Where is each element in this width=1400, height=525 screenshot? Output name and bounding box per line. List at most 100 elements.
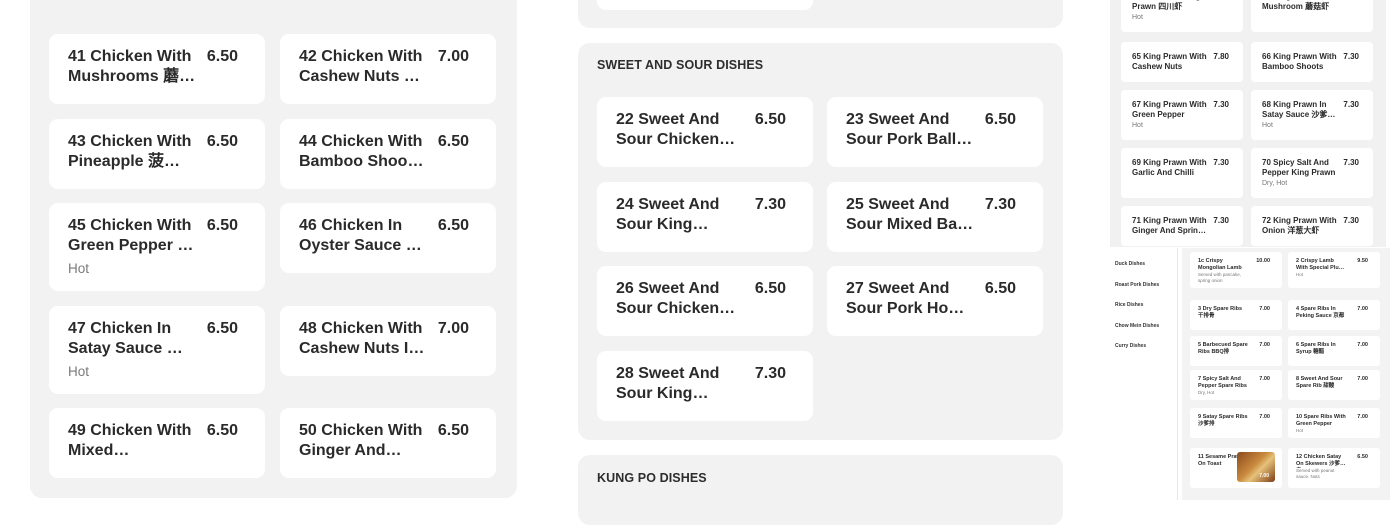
item-price: 7.00 — [1357, 376, 1368, 382]
menu-item-card[interactable]: 3 Dry Spare Ribs 干排骨 7.00 — [1190, 300, 1282, 330]
item-tag: Hot — [1132, 122, 1143, 129]
menu-item-card[interactable]: 22 Sweet And Sour Chicken Balls 甜酸鸡球 6.50 — [597, 97, 813, 167]
item-name: 9 Satay Spare Ribs 沙爹排 — [1198, 414, 1248, 427]
item-price: 7.00 — [1357, 306, 1368, 312]
menu-item-card[interactable]: 6 Spare Ribs In Syrup 糖醋 7.00 — [1288, 336, 1380, 366]
item-price: 7.00 — [1259, 473, 1269, 479]
menu-item-card[interactable]: 47 Chicken In Satay Sauce 沙爹鸡 6.50 Hot — [49, 306, 265, 394]
item-name: 70 Spicy Salt And Pepper King Prawn — [1262, 158, 1336, 177]
item-price: 7.00 — [437, 48, 469, 65]
item-name: 48 Chicken With Cashew Nuts In Yellow Be… — [299, 320, 423, 357]
menu-item-card[interactable]: 2 Crispy Lamb With Special Plum Sauce 9.5… — [1288, 252, 1380, 288]
section-title: KUNG PO DISHES — [597, 471, 707, 485]
item-price: 6.50 — [984, 280, 1016, 297]
menu-item-card[interactable]: 12 Chicken Satay On Skewers 沙爹鸡串 6.50 Serv… — [1288, 448, 1380, 488]
item-name: 28 Sweet And Sour King Prawn Hong Kong S… — [616, 365, 720, 402]
item-price: 6.50 — [206, 48, 238, 65]
menu-item-card[interactable]: 66 King Prawn With Bamboo Shoots 7.30 — [1251, 42, 1373, 82]
item-price: 6.50 — [754, 280, 786, 297]
item-name: 50 Chicken With Ginger And Spring Onion — [299, 422, 423, 459]
menu-item-card[interactable]: 41 Chicken With Mushrooms 蘑菇鸡 6.50 — [49, 34, 265, 104]
item-price: 7.30 — [1343, 52, 1359, 61]
item-price: 7.30 — [1213, 0, 1229, 1]
item-description: Hot — [1296, 272, 1304, 277]
menu-item-card[interactable]: 1c Crispy Mongolian Lamb 10.00 Served with… — [1190, 252, 1282, 288]
category-link[interactable]: Duck Dishes — [1115, 261, 1145, 267]
menu-item-card[interactable]: 4 Spare Ribs In Peking Sauce 京都 7.00 — [1288, 300, 1380, 330]
menu-item-card[interactable]: 23 Sweet And Sour Pork Ball 猪球 6.50 — [827, 97, 1043, 167]
item-name: 44 Chicken With Bamboo Shoots 竹笋鸡 — [299, 133, 423, 170]
item-tag: Hot — [68, 364, 90, 379]
item-price: 6.50 — [1357, 454, 1368, 460]
item-tag: Hot — [1132, 14, 1143, 21]
item-tag: Hot — [68, 261, 90, 276]
category-sidebar: Duck Dishes Roast Pork Dishes Rice Dishes C… — [1110, 248, 1178, 500]
item-description: Served with peanut sauce. Nuts — [1296, 468, 1335, 479]
menu-item-card[interactable]: 24 Sweet And Sour King Prawn Balls 7.30 — [597, 182, 813, 252]
menu-item-card[interactable]: 44 Chicken With Bamboo Shoots 竹笋鸡 6.50 — [280, 119, 496, 189]
menu-item-card[interactable]: 25 Sweet And Sour Mixed Ball 杂球 7.30 — [827, 182, 1043, 252]
item-price: 9.50 — [1357, 258, 1368, 264]
menu-item-card[interactable]: 7 Spicy Salt And Pepper Spare Ribs 7.00 Dr… — [1190, 370, 1282, 400]
item-price: 7.30 — [1343, 158, 1359, 167]
category-link[interactable]: Chow Mein Dishes — [1115, 323, 1159, 329]
menu-item-card[interactable]: 67 King Prawn With Green Pepper 7.30 Hot — [1121, 90, 1243, 140]
menu-item-card[interactable]: 50 Chicken With Ginger And Spring Onion 6… — [280, 408, 496, 478]
king-prawn-menu-thumbnail: 63 Szechuan King Prawn 四川虾 7.30 Hot 64 King… — [1110, 0, 1386, 247]
menu-item-card[interactable]: 26 Sweet And Sour Chicken Hong Kong Styl… — [597, 266, 813, 336]
menu-item-card[interactable]: 5 Barbecued Spare Ribs BBQ排 7.00 — [1190, 336, 1282, 366]
item-description: Hot — [1296, 428, 1304, 433]
item-price: 10.00 — [1256, 258, 1270, 264]
item-name: 26 Sweet And Sour Chicken Hong Kong Styl… — [616, 280, 720, 317]
item-photo: 7.00 — [1237, 452, 1275, 482]
menu-item-card[interactable]: 28 Sweet And Sour King Prawn Hong Kong S… — [597, 351, 813, 421]
item-name: 64 King Prawn With Mushroom 蘑菇虾 — [1262, 0, 1337, 11]
menu-item-card[interactable]: 10 Spare Ribs With Green Pepper 7.00 Hot — [1288, 408, 1380, 438]
item-name: 2 Crispy Lamb With Special Plum Sauce — [1296, 258, 1344, 271]
item-price: 6.50 — [754, 111, 786, 128]
menu-item-card[interactable]: 48 Chicken With Cashew Nuts In Yellow Be… — [280, 306, 496, 376]
menu-item-card[interactable]: 68 King Prawn In Satay Sauce 沙爹大虾 7.30 Hot — [1251, 90, 1373, 140]
menu-item-card[interactable]: 9 Satay Spare Ribs 沙爹排 7.00 — [1190, 408, 1282, 438]
menu-page-thumbnail: Duck Dishes Roast Pork Dishes Rice Dishes C… — [1110, 248, 1390, 500]
item-name: 72 King Prawn With Onion 洋葱大虾 — [1262, 216, 1337, 235]
menu-item-card[interactable]: 43 Chicken With Pineapple 菠萝鸡 6.50 — [49, 119, 265, 189]
item-name: 68 King Prawn In Satay Sauce 沙爹大虾 — [1262, 100, 1336, 119]
item-tag: Dry, Hot — [1262, 180, 1288, 187]
menu-item-card[interactable]: 70 Spicy Salt And Pepper King Prawn 7.30 D… — [1251, 148, 1373, 198]
item-name: 66 King Prawn With Bamboo Shoots — [1262, 52, 1337, 71]
menu-item-card[interactable]: 64 King Prawn With Mushroom 蘑菇虾 7.30 — [1251, 0, 1373, 32]
menu-item-card[interactable]: 63 Szechuan King Prawn 四川虾 7.30 Hot — [1121, 0, 1243, 32]
menu-item-card[interactable]: 72 King Prawn With Onion 洋葱大虾 7.30 — [1251, 206, 1373, 246]
item-price: 7.30 — [1343, 0, 1359, 1]
menu-item-card[interactable]: 27 Sweet And Sour Pork Hong Kong Style 6.… — [827, 266, 1043, 336]
category-link[interactable]: Roast Pork Dishes — [1115, 282, 1159, 288]
item-name: 3 Dry Spare Ribs 干排骨 — [1198, 306, 1243, 319]
menu-item-card[interactable]: 11 Sesame Prawn On Toast 7.00 — [1190, 448, 1282, 488]
menu-item-card[interactable] — [597, 0, 813, 10]
item-name: 65 King Prawn With Cashew Nuts — [1132, 52, 1207, 71]
item-name: 46 Chicken In Oyster Sauce 蚝油鸡 — [299, 217, 422, 254]
item-price: 6.50 — [206, 320, 238, 337]
menu-item-card[interactable]: 42 Chicken With Cashew Nuts 腰果鸡 7.00 — [280, 34, 496, 104]
menu-item-card[interactable]: 8 Sweet And Sour Spare Rib 甜酸 7.00 — [1288, 370, 1380, 400]
item-name: 7 Spicy Salt And Pepper Spare Ribs — [1198, 376, 1247, 389]
category-link[interactable]: Rice Dishes — [1115, 302, 1143, 308]
item-description: Dry, Hot — [1198, 390, 1215, 395]
menu-item-card[interactable]: 65 King Prawn With Cashew Nuts 7.80 — [1121, 42, 1243, 82]
item-name: 47 Chicken In Satay Sauce 沙爹鸡 — [68, 320, 183, 357]
menu-item-card[interactable]: 46 Chicken In Oyster Sauce 蚝油鸡 6.50 — [280, 203, 496, 273]
category-link[interactable]: Curry Dishes — [1115, 343, 1146, 349]
item-price: 6.50 — [206, 422, 238, 439]
item-price: 6.50 — [206, 217, 238, 234]
item-price: 7.30 — [1213, 158, 1229, 167]
item-price: 7.30 — [1343, 100, 1359, 109]
item-name: 69 King Prawn With Garlic And Chilli — [1132, 158, 1207, 177]
item-price: 6.50 — [437, 217, 469, 234]
item-name: 1c Crispy Mongolian Lamb — [1198, 258, 1242, 271]
menu-item-card[interactable]: 45 Chicken With Green Pepper In Black Be… — [49, 203, 265, 291]
menu-item-card[interactable]: 49 Chicken With Mixed Vegetables 杂菜鸡 6.50 — [49, 408, 265, 478]
item-description: Served with pancake, spring onion — [1198, 272, 1242, 283]
menu-item-card[interactable]: 71 King Prawn With Ginger And Spring Oni… — [1121, 206, 1243, 246]
menu-item-card[interactable]: 69 King Prawn With Garlic And Chilli 7.30 — [1121, 148, 1243, 198]
